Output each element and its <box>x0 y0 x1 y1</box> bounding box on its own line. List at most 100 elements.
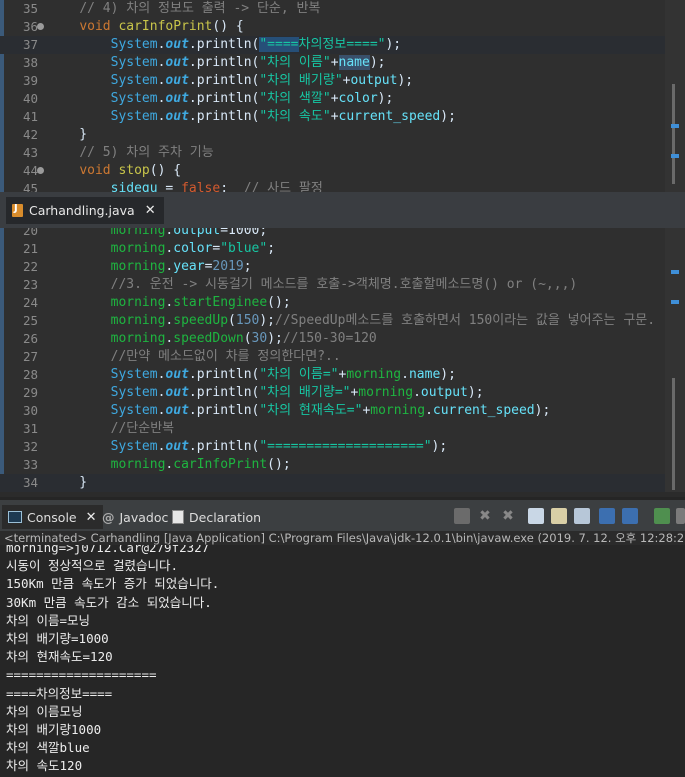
code-line[interactable]: 21 morning.color="blue"; <box>0 240 665 258</box>
code-line[interactable]: 23 //3. 운전 -> 시동걸기 메소드를 호출->객체명.호출할메소드명(… <box>0 276 665 294</box>
console-output[interactable]: morning=>j0712.Car@279f2327 시동이 정상적으로 걸렸습… <box>0 545 685 777</box>
code-token: + <box>330 91 339 106</box>
occurrence-mark[interactable] <box>671 154 679 158</box>
code-token: carInfoPrint <box>118 19 213 34</box>
code-token: System <box>110 109 158 124</box>
code-line[interactable]: 22 morning.year=2019; <box>0 258 665 276</box>
code-token: + <box>330 55 339 70</box>
occurrence-mark[interactable] <box>671 124 679 128</box>
code-token: 150 <box>235 313 260 328</box>
code-line[interactable]: 41 System.out.println("차의 속도"+current_sp… <box>0 108 665 126</box>
code-line[interactable]: 43 // 5) 차의 주차 기능 <box>0 144 665 162</box>
code-token: carInfoPrint <box>173 457 268 472</box>
word-wrap-button[interactable] <box>574 508 590 524</box>
code-line[interactable]: 36 void carInfoPrint() { <box>0 18 665 36</box>
code-token: color <box>173 241 213 256</box>
code-line[interactable]: 45 sidegu = false; // 사드 팔정 <box>0 180 665 192</box>
code-token: void <box>79 19 111 34</box>
editor-bottom-scrollbar[interactable] <box>665 228 685 492</box>
code-line[interactable]: 26 morning.speedDown(30);//150-30=120 <box>0 330 665 348</box>
code-line[interactable]: 35 // 4) 차의 정보도 출력 -> 단순, 반복 <box>0 0 665 18</box>
scroll-thumb[interactable] <box>672 84 675 184</box>
code-line[interactable]: 38 System.out.println("차의 이름"+name); <box>0 54 665 72</box>
code-line[interactable]: 29 System.out.println("차의 배기량="+morning.… <box>0 384 665 402</box>
line-number: 22 <box>22 259 38 274</box>
code-token: false <box>181 181 221 192</box>
java-file-icon <box>12 203 23 217</box>
editor-top-scrollbar[interactable] <box>665 0 685 192</box>
code-line[interactable]: 25 morning.speedUp(150);//SpeedUp메소드를 호출… <box>0 312 665 330</box>
tab-declaration[interactable]: Declaration <box>172 505 261 529</box>
code-token: System <box>110 367 158 382</box>
remove-all-terminated-button[interactable]: ✖ <box>500 508 516 524</box>
close-icon[interactable]: ✕ <box>86 510 97 525</box>
code-text: morning.speedUp(150);//SpeedUp메소드를 호출하면서… <box>48 312 655 330</box>
code-token: 2019 <box>212 259 244 274</box>
occurrence-mark[interactable] <box>671 300 679 304</box>
code-token: ); <box>431 439 448 454</box>
console-line: morning=>j0712.Car@279f2327 <box>6 545 210 555</box>
terminate-button[interactable] <box>454 508 470 524</box>
tab-carhandling-java[interactable]: Carhandling.java ✕ <box>6 197 164 224</box>
console-line: 차의 색깔blue <box>6 740 90 756</box>
editor-top-pane[interactable]: 35 // 4) 차의 정보도 출력 -> 단순, 반복 36 void carI… <box>0 0 685 192</box>
code-line[interactable]: 42 } <box>0 126 665 144</box>
code-line[interactable]: 33 morning.carInfoPrint(); <box>0 456 665 474</box>
fold-toggle-icon[interactable] <box>37 23 44 30</box>
code-line[interactable]: 40 System.out.println("차의 색깔"+color); <box>0 90 665 108</box>
close-icon[interactable]: ✕ <box>145 203 156 218</box>
console-line: 차의 배기량1000 <box>6 722 102 737</box>
code-token: 차의정보====" <box>298 37 386 52</box>
code-token: output <box>173 228 221 238</box>
clear-console-button[interactable] <box>528 508 544 524</box>
tab-label: Carhandling.java <box>29 203 135 218</box>
code-line[interactable]: 27 //만약 메소드없이 차를 정의한다면?.. <box>0 348 665 366</box>
code-line[interactable]: 34 } <box>0 474 665 492</box>
tab-javadoc[interactable]: @ Javadoc <box>102 505 168 529</box>
fold-toggle-icon[interactable] <box>37 167 44 174</box>
remove-launch-button[interactable]: ✖ <box>477 508 493 524</box>
line-number: 20 <box>22 228 38 238</box>
console-menu-button[interactable] <box>676 508 685 524</box>
tab-console[interactable]: Console ✕ <box>2 505 103 529</box>
code-token: ); <box>440 109 456 124</box>
code-line[interactable]: 39 System.out.println("차의 배기량"+output); <box>0 72 665 90</box>
pin-console-button[interactable] <box>654 508 670 524</box>
code-text: System.out.println("====================… <box>48 438 448 456</box>
occurrence-mark[interactable] <box>671 270 679 274</box>
code-line[interactable]: 44 void stop() { <box>0 162 665 180</box>
line-number: 41 <box>22 109 38 124</box>
code-line[interactable]: 20 morning.output=1000; <box>0 228 665 240</box>
code-token: "차의 배기량" <box>259 73 343 88</box>
code-token: morning <box>110 295 166 310</box>
code-token: = <box>157 181 182 192</box>
line-number: 26 <box>22 331 38 346</box>
code-line[interactable]: 30 System.out.println("차의 현재속도="+morning… <box>0 402 665 420</box>
line-number: 28 <box>22 367 38 382</box>
show-stdout-button[interactable] <box>599 508 615 524</box>
code-token: ; <box>267 241 276 256</box>
scroll-thumb[interactable] <box>672 378 675 490</box>
code-token: ); <box>440 367 456 382</box>
code-token: ( <box>228 313 236 328</box>
code-token: out <box>165 403 189 418</box>
line-number: 29 <box>22 385 38 400</box>
code-line[interactable]: 31 //단순반복 <box>0 420 665 438</box>
show-stderr-button[interactable] <box>622 508 638 524</box>
code-line[interactable]: 24 morning.startEnginee(); <box>0 294 665 312</box>
javadoc-icon: @ <box>102 509 115 525</box>
code-line[interactable]: 32 System.out.println("=================… <box>0 438 665 456</box>
code-text: //단순반복 <box>48 420 175 438</box>
code-text: void carInfoPrint() { <box>48 18 243 36</box>
code-line[interactable]: 37 System.out.println("====차의정보===="); <box>0 36 665 54</box>
scroll-lock-button[interactable] <box>551 508 567 524</box>
line-number: 36 <box>22 19 38 34</box>
editor-bottom-pane[interactable]: 20 morning.output=1000; 21 morning.color=… <box>0 228 685 492</box>
code-line[interactable]: 28 System.out.println("차의 이름="+morning.n… <box>0 366 665 384</box>
